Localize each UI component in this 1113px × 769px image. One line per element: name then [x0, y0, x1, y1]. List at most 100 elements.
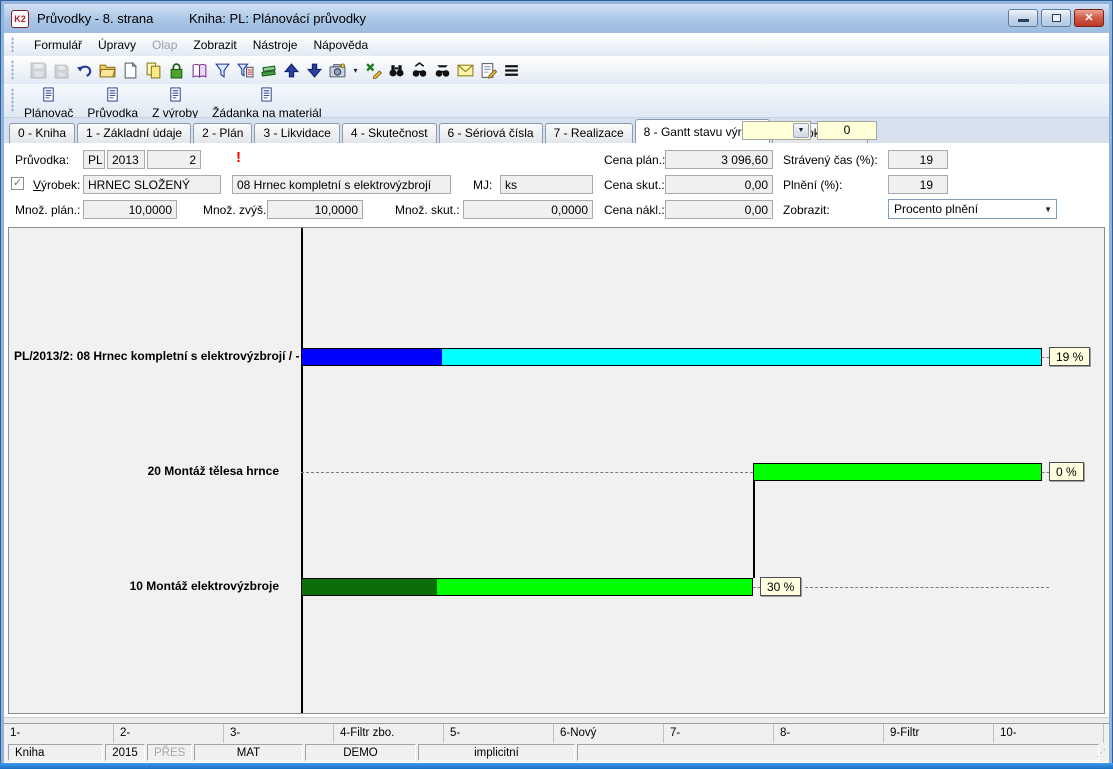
status-cell-mat: MAT: [194, 744, 303, 761]
pruvodka-book-field: PL: [83, 150, 105, 169]
document-icon: [168, 87, 183, 105]
mnoz-skut-label: Množ. skut.:: [395, 203, 460, 217]
status-cell-kniha: Kniha: [8, 744, 103, 761]
find-icon[interactable]: [386, 60, 407, 81]
vyrobek-checkbox: [11, 177, 24, 190]
gantt-bar-remaining-segment: [754, 464, 1041, 480]
cena-nakl-field: 0,00: [665, 200, 773, 219]
warning-exclamation-icon: !: [236, 149, 241, 166]
vyrobek-name-field: 08 Hrnec kompletní s elektrovýzbrojí: [232, 175, 451, 194]
gantt-bar: [301, 578, 753, 596]
tab-3-likvidace[interactable]: 3 - Likvidace: [254, 123, 339, 143]
gantt-tick-line: [753, 587, 760, 588]
function-key-9[interactable]: 9-Filtr: [884, 724, 994, 743]
move-down-icon[interactable]: [304, 60, 325, 81]
gantt-axis-line: [301, 228, 303, 713]
gantt-leader-line: [805, 587, 1049, 588]
minimize-button[interactable]: [1008, 9, 1038, 27]
chevron-down-icon: ▼: [1044, 205, 1052, 214]
pruvodka-number-field: 2: [147, 150, 201, 169]
status-cell-2015: 2015: [105, 744, 145, 761]
menu-item-formular[interactable]: Formulář: [26, 35, 90, 55]
app-logo-icon: K2: [11, 10, 29, 28]
record-counter-field[interactable]: 0: [817, 121, 877, 140]
chevron-down-icon[interactable]: ▼: [793, 123, 809, 138]
toolbar: ▾: [4, 56, 1109, 84]
stack-icon[interactable]: [258, 60, 279, 81]
status-cell-empty: [577, 744, 1099, 761]
menu-bar: FormulářÚpravyOlapZobrazitNástrojeNápově…: [4, 33, 1109, 56]
quick-button-zadanka-na-material[interactable]: Žádanka na materiál: [212, 84, 321, 120]
function-key-7: 7-: [664, 724, 774, 743]
book-icon[interactable]: [189, 60, 210, 81]
mnoz-plan-field: 10,0000: [83, 200, 177, 219]
menu-item-olap: Olap: [144, 35, 185, 55]
find-previous-icon[interactable]: [432, 60, 453, 81]
window-title: Průvodky - 8. strana: [37, 11, 153, 26]
mail-icon[interactable]: [455, 60, 476, 81]
gantt-connector-line: [753, 481, 755, 578]
copy-icon[interactable]: [143, 60, 164, 81]
export-icon[interactable]: [363, 60, 384, 81]
filter-edit-icon[interactable]: [235, 60, 256, 81]
gantt-leader-line: [301, 472, 753, 473]
app-window: K2 Průvodky - 8. strana Kniha: PL: Pláno…: [0, 0, 1113, 769]
gantt-row-label: 10 Montáž elektrovýzbroje: [14, 579, 279, 593]
cena-nakl-label: Cena nákl.:: [604, 203, 665, 217]
resize-grip-icon[interactable]: ⋰: [1096, 748, 1106, 759]
zobrazit-dropdown[interactable]: Procento plnění ▼: [888, 199, 1057, 219]
quick-button-z-vyroby[interactable]: Z výroby: [152, 84, 198, 120]
gantt-percent-badge: 19 %: [1049, 347, 1090, 366]
function-key-6[interactable]: 6-Nový: [554, 724, 664, 743]
status-cell-demo: DEMO: [305, 744, 416, 761]
cena-skut-label: Cena skut.:: [604, 178, 665, 192]
cena-plan-label: Cena plán.:: [604, 153, 665, 167]
grip-handle-icon: [11, 60, 14, 80]
find-next-icon[interactable]: [409, 60, 430, 81]
mnoz-skut-field: 0,0000: [463, 200, 593, 219]
move-up-icon[interactable]: [281, 60, 302, 81]
camera-dropdown-icon[interactable]: ▾: [350, 60, 361, 81]
close-button[interactable]: ✕: [1074, 9, 1104, 27]
tab-6-seriova-cisla[interactable]: 6 - Sériová čísla: [439, 123, 543, 143]
tab-7-realizace[interactable]: 7 - Realizace: [545, 123, 633, 143]
filter-icon[interactable]: [212, 60, 233, 81]
menu-item-napoveda[interactable]: Nápověda: [305, 35, 376, 55]
notes-icon[interactable]: [478, 60, 499, 81]
pruvodka-year-field: 2013: [107, 150, 145, 169]
mj-label: MJ:: [473, 178, 492, 192]
menu-item-upravy[interactable]: Úpravy: [90, 35, 144, 55]
window-controls: ✕: [1008, 9, 1104, 27]
menu-item-zobrazit[interactable]: Zobrazit: [185, 35, 244, 55]
gantt-tick-line: [1042, 472, 1049, 473]
lock-icon[interactable]: [166, 60, 187, 81]
function-key-4[interactable]: 4-Filtr zbo.: [334, 724, 444, 743]
mnoz-plan-label: Množ. plán.:: [15, 203, 80, 217]
menu-icon[interactable]: [501, 60, 522, 81]
tab-combo-field[interactable]: ▼: [742, 121, 811, 140]
tab-2-plan[interactable]: 2 - Plán: [193, 123, 252, 143]
grip-handle-icon: [11, 37, 14, 52]
gantt-chart: PL/2013/2: 08 Hrnec kompletní s elektrov…: [8, 227, 1105, 714]
undo-icon[interactable]: [74, 60, 95, 81]
grip-handle-icon: [11, 88, 14, 113]
function-key-1: 1-: [4, 724, 114, 743]
quick-button-planovac[interactable]: Plánovač: [24, 84, 73, 120]
gantt-percent-badge: 0 %: [1049, 462, 1084, 481]
gantt-bar-done-segment: [302, 349, 442, 365]
mnoz-zvys-label: Množ. zvýš.:: [203, 203, 270, 217]
menu-item-nastroje[interactable]: Nástroje: [245, 35, 306, 55]
open-folder-icon[interactable]: [97, 60, 118, 81]
restore-icon: [1052, 14, 1061, 22]
tab-4-skutecnost[interactable]: 4 - Skutečnost: [342, 123, 437, 143]
status-cell-pres: PŘES: [147, 744, 192, 761]
camera-icon[interactable]: [327, 60, 348, 81]
new-document-icon[interactable]: [120, 60, 141, 81]
gantt-tick-line: [1042, 357, 1049, 358]
quick-button-pruvodka[interactable]: Průvodka: [87, 84, 138, 120]
gantt-bar-remaining-segment: [442, 349, 1041, 365]
gantt-percent-badge: 30 %: [760, 577, 801, 596]
restore-button[interactable]: [1041, 9, 1071, 27]
tab-0-kniha[interactable]: 0 - Kniha: [9, 123, 75, 143]
tab-1-zakladni-udaje[interactable]: 1 - Základní údaje: [77, 123, 191, 143]
